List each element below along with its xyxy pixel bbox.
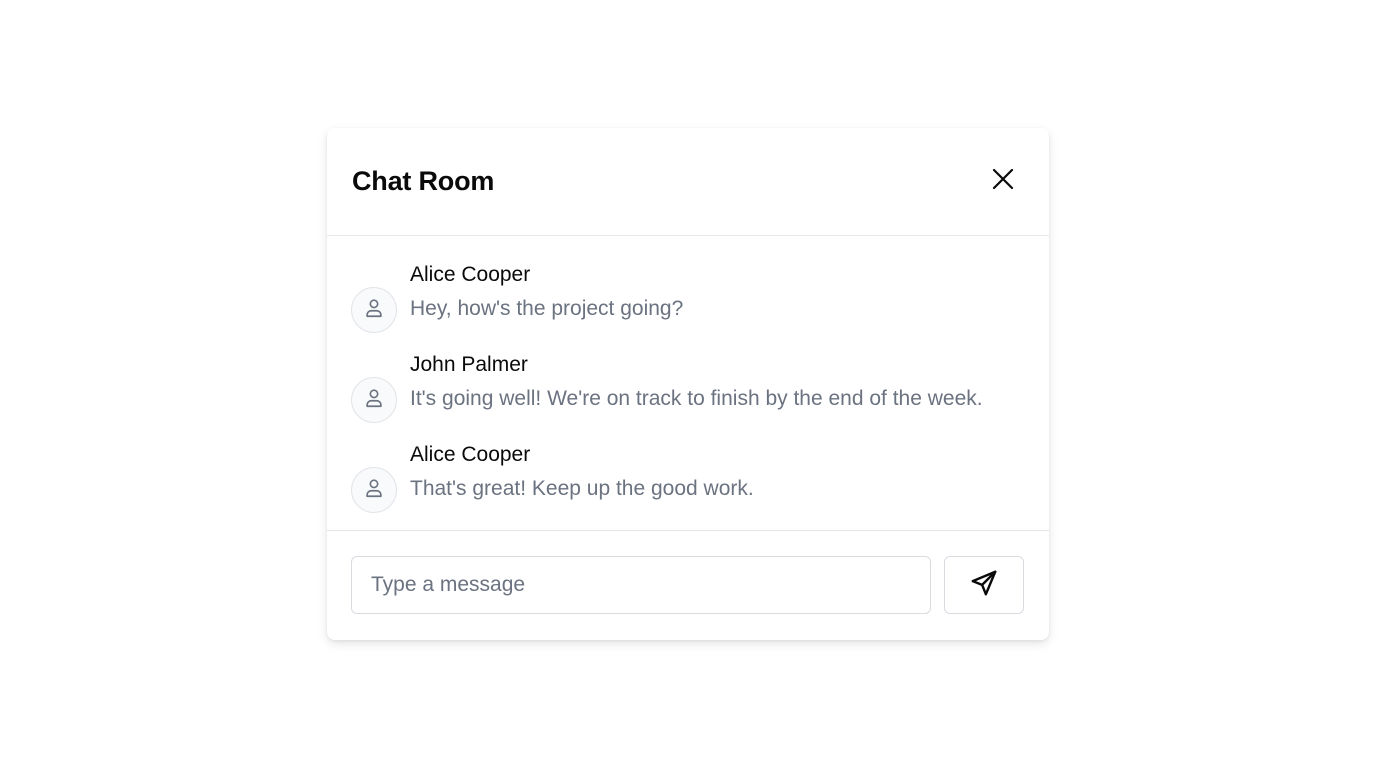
message-body: Alice Cooper That's great! Keep up the g…	[410, 442, 754, 502]
close-icon	[991, 167, 1015, 196]
message-sender: John Palmer	[410, 353, 528, 376]
message-body: John Palmer It's going well! We're on tr…	[410, 352, 983, 412]
avatar	[351, 377, 397, 423]
send-button[interactable]	[944, 556, 1024, 614]
send-icon	[969, 568, 999, 603]
message-sender: Alice Cooper	[410, 443, 531, 466]
page-title: Chat Room	[352, 166, 495, 196]
user-icon	[363, 477, 385, 504]
message-text: Hey, how's the project going?	[410, 297, 684, 320]
message-text: It's going well! We're on track to finis…	[410, 387, 983, 410]
chat-header: Chat Room	[327, 128, 1049, 236]
message-item: John Palmer It's going well! We're on tr…	[327, 352, 1049, 442]
message-text: That's great! Keep up the good work.	[410, 477, 754, 500]
message-composer	[327, 531, 1049, 639]
message-item: Alice Cooper That's great! Keep up the g…	[327, 442, 1049, 532]
message-sender: Alice Cooper	[410, 263, 531, 286]
message-body: Alice Cooper Hey, how's the project goin…	[410, 262, 683, 322]
message-item: Alice Cooper Hey, how's the project goin…	[327, 262, 1049, 352]
user-icon	[363, 297, 385, 324]
close-button[interactable]	[981, 160, 1025, 204]
chat-room-panel: Chat Room Alice Cooper Hey, how's the pr…	[327, 128, 1049, 640]
message-list[interactable]: Alice Cooper Hey, how's the project goin…	[327, 236, 1049, 531]
avatar	[351, 467, 397, 513]
user-icon	[363, 387, 385, 414]
avatar	[351, 287, 397, 333]
message-input[interactable]	[351, 556, 931, 614]
